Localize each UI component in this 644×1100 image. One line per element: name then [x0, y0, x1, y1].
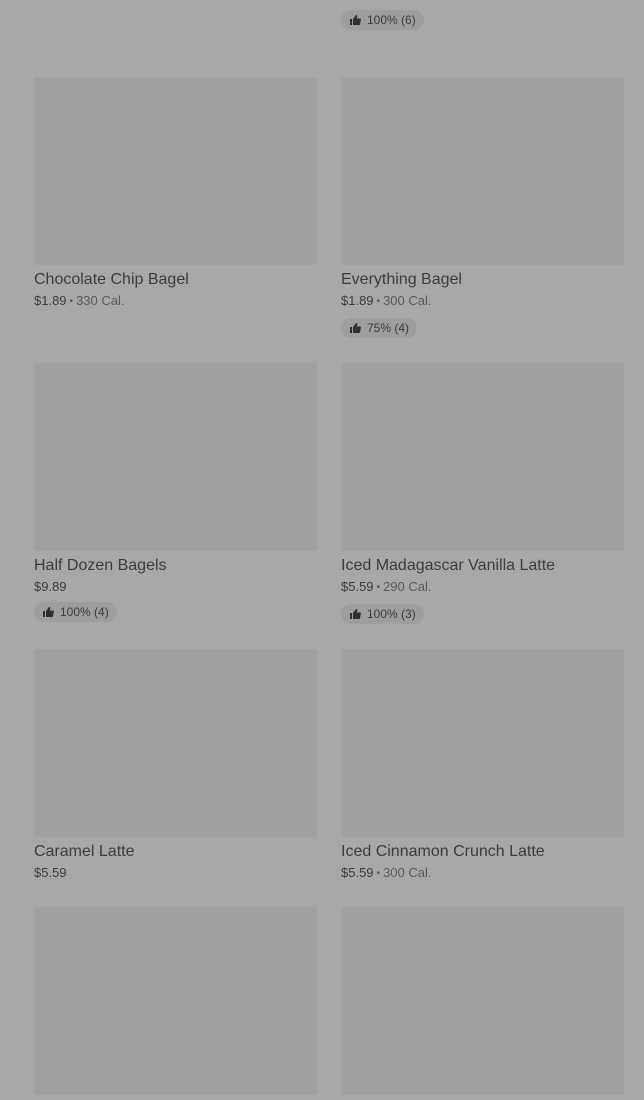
separator-dot: •: [69, 296, 74, 307]
menu-item-meta: $1.89 • 330 Cal.: [34, 292, 317, 312]
menu-item-title: Caramel Latte: [34, 843, 135, 860]
rating-badge: 100% (4): [34, 602, 117, 622]
menu-item-title: Iced Cinnamon Crunch Latte: [341, 843, 545, 860]
menu-item-title: Everything Bagel: [341, 271, 462, 288]
rating-badge: 75% (4): [341, 318, 418, 338]
menu-item-image[interactable]: [341, 363, 624, 551]
rating-text: 100% (4): [60, 605, 109, 619]
menu-item-card[interactable]: Half Dozen Bagels $9.89 100% (4): [34, 363, 317, 623]
menu-item-price: $5.59: [341, 579, 374, 594]
rating-text: 100% (3): [367, 607, 416, 621]
rating-badge: 100% (3): [341, 604, 424, 624]
menu-item-card[interactable]: $20.39: [34, 0, 317, 2]
menu-item-image[interactable]: [34, 907, 317, 1095]
rating-badge: 100% (6): [341, 10, 424, 30]
menu-item-card[interactable]: [34, 907, 317, 1100]
thumbs-up-icon: [349, 322, 361, 334]
rating-text: 100% (6): [367, 13, 416, 27]
menu-item-calories: 330 Cal.: [76, 293, 125, 308]
menu-item-meta: $1.89 • 300 Cal.: [341, 292, 624, 312]
menu-item-card[interactable]: Iced Cinnamon Crunch Latte $5.59 • 300 Cal.: [341, 649, 624, 884]
rating-text: 75% (4): [367, 321, 410, 335]
menu-item-meta: $5.59 • 290 Cal.: [341, 578, 624, 598]
thumbs-up-icon: [42, 606, 54, 618]
menu-item-meta: $9.89: [34, 578, 317, 596]
thumbs-up-icon: [349, 608, 361, 620]
menu-item-meta: $1.89•320 Cal.: [341, 0, 624, 4]
menu-item-image[interactable]: [341, 649, 624, 837]
menu-item-price: $5.59: [34, 865, 67, 880]
menu-item-image[interactable]: [34, 363, 317, 551]
menu-item-title: Half Dozen Bagels: [34, 557, 167, 574]
menu-item-card[interactable]: Iced Madagascar Vanilla Latte $5.59 • 290 C…: [341, 363, 624, 625]
menu-item-card[interactable]: [341, 907, 624, 1100]
thumbs-up-icon: [349, 14, 361, 26]
menu-item-card[interactable]: Everything Bagel $1.89 • 300 Cal. 75% (4): [341, 77, 624, 339]
separator-dot: •: [376, 296, 381, 307]
menu-item-title: Chocolate Chip Bagel: [34, 271, 189, 288]
menu-item-card[interactable]: $1.89•320 Cal. 100% (6): [341, 0, 624, 31]
menu-item-price: $9.89: [34, 579, 67, 594]
menu-item-price: $5.59: [341, 865, 374, 880]
menu-item-image[interactable]: [341, 77, 624, 265]
menu-item-image[interactable]: [34, 77, 317, 265]
menu-item-price: $1.89: [34, 293, 67, 308]
menu-item-title: Iced Madagascar Vanilla Latte: [341, 557, 556, 574]
separator-dot: •: [376, 582, 381, 593]
menu-item-image[interactable]: [34, 649, 317, 837]
separator-dot: •: [376, 868, 381, 879]
menu-item-image[interactable]: [341, 907, 624, 1095]
menu-item-calories: 300 Cal.: [383, 293, 432, 308]
menu-item-meta: $5.59: [34, 864, 317, 882]
menu-item-calories: 300 Cal.: [383, 865, 432, 880]
menu-item-meta: $20.39: [34, 0, 317, 2]
menu-item-meta: $5.59 • 300 Cal.: [341, 864, 624, 884]
menu-item-card[interactable]: Chocolate Chip Bagel $1.89 • 330 Cal.: [34, 77, 317, 312]
menu-item-calories: 290 Cal.: [383, 579, 432, 594]
menu-item-card[interactable]: Caramel Latte $5.59: [34, 649, 317, 882]
menu-item-price: $1.89: [341, 293, 374, 308]
